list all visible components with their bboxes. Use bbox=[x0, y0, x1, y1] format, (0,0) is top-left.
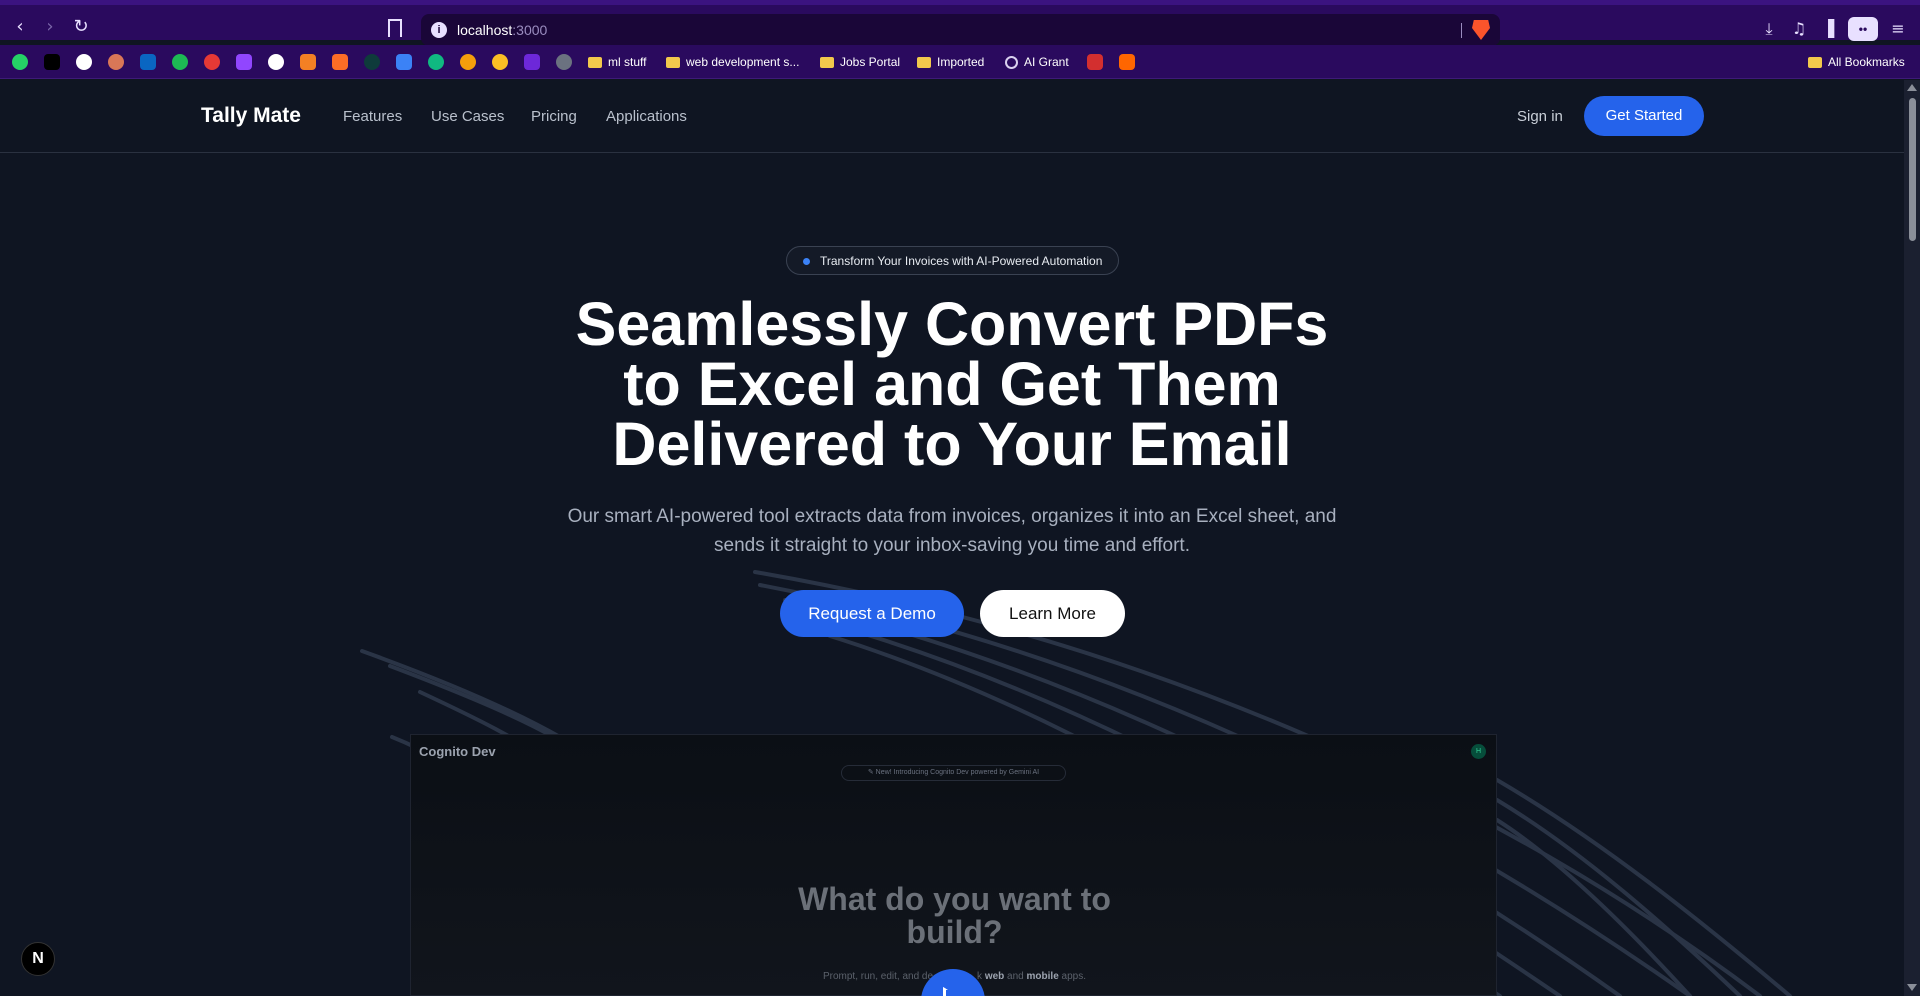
scroll-up-icon[interactable] bbox=[1907, 84, 1917, 91]
bookmark-ai-grant[interactable]: AI Grant bbox=[1005, 53, 1069, 71]
announcement-text: Transform Your Invoices with AI-Powered … bbox=[820, 254, 1103, 268]
scroll-down-icon[interactable] bbox=[1907, 984, 1917, 991]
nav-use-cases[interactable]: Use Cases bbox=[431, 108, 504, 125]
play-icon bbox=[943, 987, 963, 996]
request-demo-button[interactable]: Request a Demo bbox=[780, 590, 964, 637]
download-icon[interactable]: ⤓ bbox=[1759, 19, 1779, 39]
announcement-badge: Transform Your Invoices with AI-Powered … bbox=[786, 246, 1119, 275]
blue-app-icon[interactable] bbox=[396, 54, 412, 70]
nextjs-dev-badge[interactable]: N bbox=[21, 942, 55, 976]
forward-icon[interactable]: › bbox=[40, 17, 60, 37]
browser-toolbar: ‹ › ↻ i localhost:3000 ⤓ ♫ ▐ •• ≡ bbox=[0, 0, 1920, 46]
nav-applications[interactable]: Applications bbox=[606, 108, 687, 125]
nav-pricing[interactable]: Pricing bbox=[531, 108, 577, 125]
back-icon[interactable]: ‹ bbox=[10, 17, 30, 37]
brave-shield-icon[interactable] bbox=[1472, 20, 1490, 40]
hero-title: Seamlessly Convert PDFs to Excel and Get… bbox=[452, 290, 1452, 478]
learn-more-button[interactable]: Learn More bbox=[980, 590, 1125, 637]
extension-button[interactable]: •• bbox=[1848, 17, 1878, 41]
hero-subtitle: Our smart AI-powered tool extracts data … bbox=[560, 502, 1344, 560]
bookmark-folder-web-dev[interactable]: web development s... bbox=[666, 53, 799, 71]
media-icon[interactable]: ♫ bbox=[1789, 19, 1809, 39]
preview-brand: Cognito Dev bbox=[419, 744, 496, 759]
mail-icon[interactable] bbox=[1087, 54, 1103, 70]
globe-icon bbox=[1005, 55, 1018, 69]
bookmark-folder-ml-stuff[interactable]: ml stuff bbox=[588, 53, 646, 71]
ycombinator-icon[interactable] bbox=[1119, 54, 1135, 70]
hero-title-line: Delivered to Your Email bbox=[612, 410, 1292, 478]
url-separator bbox=[1461, 23, 1462, 38]
claude-icon[interactable] bbox=[108, 54, 124, 70]
nav-features[interactable]: Features bbox=[343, 108, 402, 125]
gray-app-icon[interactable] bbox=[556, 54, 572, 70]
avatar: H bbox=[1471, 744, 1486, 759]
notification-icon[interactable] bbox=[204, 54, 220, 70]
folder-icon bbox=[1808, 56, 1822, 68]
status-dot bbox=[803, 258, 810, 265]
linkedin-icon[interactable] bbox=[140, 54, 156, 70]
site-header: Tally Mate Features Use Cases Pricing Ap… bbox=[0, 80, 1904, 153]
d-icon[interactable] bbox=[364, 54, 380, 70]
whatsapp-icon[interactable] bbox=[12, 54, 28, 70]
folder-icon bbox=[588, 56, 602, 68]
reload-icon[interactable]: ↻ bbox=[71, 17, 91, 37]
gitlab-icon[interactable] bbox=[332, 54, 348, 70]
stackoverflow-icon[interactable] bbox=[300, 54, 316, 70]
openai-icon[interactable] bbox=[76, 54, 92, 70]
purple-app-icon[interactable] bbox=[524, 54, 540, 70]
bookmark-folder-jobs[interactable]: Jobs Portal bbox=[820, 53, 900, 71]
scroll-thumb[interactable] bbox=[1909, 98, 1916, 241]
hero-subtitle-line: Our smart AI-powered tool extracts data … bbox=[567, 506, 1337, 527]
twitch-icon[interactable] bbox=[236, 54, 252, 70]
hero-title-line: Seamlessly Convert PDFs bbox=[575, 290, 1329, 358]
spotify-icon[interactable] bbox=[172, 54, 188, 70]
preview-title-line: build? bbox=[906, 914, 1003, 950]
folder-icon bbox=[820, 56, 834, 68]
github-icon[interactable] bbox=[268, 54, 284, 70]
preview-title: What do you want to build? bbox=[741, 883, 1168, 949]
menu-icon[interactable]: ≡ bbox=[1888, 19, 1908, 39]
bookmark-folder-imported[interactable]: Imported bbox=[917, 53, 984, 71]
all-bookmarks[interactable]: All Bookmarks bbox=[1808, 53, 1905, 71]
hugging-face-icon[interactable] bbox=[492, 54, 508, 70]
sign-in-link[interactable]: Sign in bbox=[1517, 108, 1563, 125]
preview-title-line: What do you want to bbox=[798, 881, 1111, 917]
x-icon[interactable] bbox=[44, 54, 60, 70]
infinity-icon[interactable] bbox=[460, 54, 476, 70]
green-app-icon[interactable] bbox=[428, 54, 444, 70]
brand-logo[interactable]: Tally Mate bbox=[201, 104, 301, 128]
hero-subtitle-line: sends it straight to your inbox-saving y… bbox=[714, 535, 1190, 556]
folder-icon bbox=[917, 56, 931, 68]
get-started-button[interactable]: Get Started bbox=[1584, 96, 1704, 136]
sidebar-icon[interactable]: ▐ bbox=[1818, 19, 1838, 39]
bookmarks-bar: ml stuff web development s... Jobs Porta… bbox=[0, 45, 1920, 79]
bookmark-icon[interactable] bbox=[388, 19, 402, 37]
url-text: localhost:3000 bbox=[457, 22, 548, 38]
page-content: Tally Mate Features Use Cases Pricing Ap… bbox=[0, 80, 1904, 996]
address-bar[interactable]: i localhost:3000 bbox=[421, 14, 1500, 46]
video-preview[interactable]: Cognito Dev ✎ New! Introducing Cognito D… bbox=[410, 734, 1497, 996]
hero-title-line: to Excel and Get Them bbox=[623, 350, 1281, 418]
folder-icon bbox=[666, 56, 680, 68]
site-info-icon[interactable]: i bbox=[431, 22, 447, 38]
preview-announcement: ✎ New! Introducing Cognito Dev powered b… bbox=[841, 765, 1066, 781]
